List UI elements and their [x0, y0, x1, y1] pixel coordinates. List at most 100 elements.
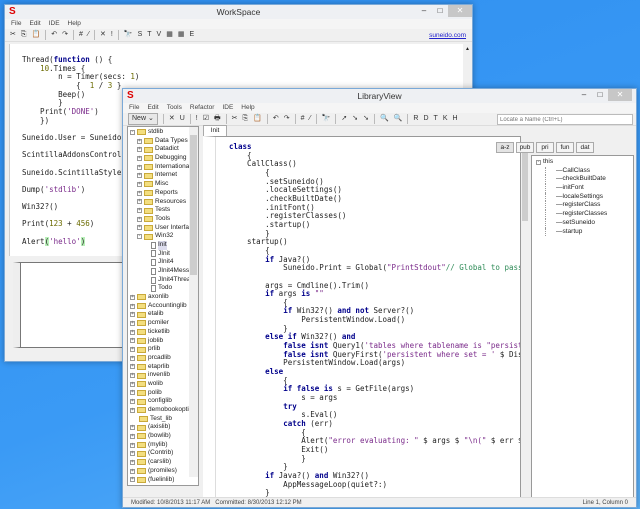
- expand-icon[interactable]: +: [130, 303, 135, 309]
- outline-tab-dat[interactable]: dat: [576, 142, 594, 153]
- toolbar-button-12[interactable]: 🔭: [322, 113, 331, 125]
- tree-item[interactable]: + invenlib: [130, 371, 198, 380]
- tree-item[interactable]: + etalib: [130, 310, 198, 319]
- tree-item[interactable]: + (promiles): [130, 467, 198, 476]
- toolbar-button-12[interactable]: V: [157, 29, 162, 41]
- tree-item[interactable]: + Tests: [130, 206, 198, 215]
- tree-item[interactable]: - Win32: [130, 232, 198, 241]
- tree-item[interactable]: JInit: [130, 250, 198, 259]
- expand-icon[interactable]: +: [137, 190, 142, 196]
- collapse-icon[interactable]: -: [137, 234, 142, 240]
- tree-item[interactable]: + (fuelinlib): [130, 476, 198, 485]
- new-button[interactable]: New ⌄: [128, 113, 158, 125]
- tree-item[interactable]: + Internet: [130, 171, 198, 180]
- outline-tab-a-z[interactable]: a-z: [496, 142, 514, 153]
- tree-item[interactable]: + ticketlib: [130, 328, 198, 337]
- toolbar-button-5[interactable]: ✂: [232, 113, 238, 125]
- menu-ide[interactable]: IDE: [49, 19, 60, 29]
- toolbar-button-19[interactable]: D: [423, 113, 428, 125]
- outline-item[interactable]: —localeSettings: [545, 192, 629, 202]
- tree-scrollbar[interactable]: [189, 127, 198, 477]
- toolbar-button-21[interactable]: K: [443, 113, 448, 125]
- menu-tools[interactable]: Tools: [167, 103, 182, 113]
- tree-item[interactable]: - stdlib: [130, 128, 198, 137]
- expand-icon[interactable]: +: [137, 181, 142, 187]
- menu-file[interactable]: File: [129, 103, 139, 113]
- expand-icon[interactable]: +: [137, 225, 142, 231]
- toolbar-button-3[interactable]: ☑: [203, 113, 209, 125]
- tree-item[interactable]: Todo: [130, 284, 198, 293]
- tree-item[interactable]: + Resources: [130, 198, 198, 207]
- expand-icon[interactable]: +: [130, 381, 135, 387]
- close-button[interactable]: ✕: [448, 5, 472, 17]
- expand-icon[interactable]: +: [137, 138, 142, 144]
- outline-item[interactable]: —registerClass: [545, 201, 629, 211]
- maximize-button[interactable]: □: [592, 89, 608, 101]
- outline-item[interactable]: —registerClasses: [545, 210, 629, 219]
- toolbar-button-9[interactable]: 🔭: [124, 29, 133, 41]
- collapse-icon[interactable]: -: [130, 129, 135, 135]
- toolbar-button-1[interactable]: U: [180, 113, 185, 125]
- expand-icon[interactable]: +: [137, 199, 142, 205]
- toolbar-button-3[interactable]: ↶: [51, 29, 57, 41]
- close-button[interactable]: ✕: [608, 89, 632, 101]
- tree-item[interactable]: + (Contrib): [130, 449, 198, 458]
- tree-item[interactable]: Init: [130, 240, 198, 250]
- tree-item[interactable]: + pcmiler: [130, 319, 198, 328]
- tree-item[interactable]: + (bowlib): [130, 432, 198, 441]
- expand-icon[interactable]: +: [130, 390, 135, 396]
- expand-icon[interactable]: +: [130, 477, 135, 483]
- expand-icon[interactable]: +: [137, 164, 142, 170]
- tree-item[interactable]: JInit4: [130, 258, 198, 267]
- tree-item[interactable]: + (mylib): [130, 441, 198, 450]
- expand-icon[interactable]: +: [130, 373, 135, 379]
- tree-item[interactable]: + Misc: [130, 180, 198, 189]
- expand-icon[interactable]: +: [130, 312, 135, 318]
- menu-help[interactable]: Help: [241, 103, 254, 113]
- toolbar-button-14[interactable]: ▦: [178, 29, 185, 41]
- toolbar-button-5[interactable]: #: [79, 29, 83, 41]
- tree-item[interactable]: JInit4Messag: [130, 267, 198, 276]
- toolbar-button-6[interactable]: ⎘: [242, 113, 248, 125]
- tree-item[interactable]: JInit4Thread: [130, 276, 198, 285]
- tree-item[interactable]: + (axislib): [130, 423, 198, 432]
- libraryview-titlebar[interactable]: S LibraryView – □ ✕: [123, 89, 636, 103]
- expand-icon[interactable]: +: [130, 320, 135, 326]
- expand-icon[interactable]: +: [137, 173, 142, 179]
- toolbar-button-8[interactable]: !: [111, 29, 113, 41]
- menu-edit[interactable]: Edit: [29, 19, 40, 29]
- toolbar-button-2[interactable]: !: [196, 113, 198, 125]
- tree-item[interactable]: + configlib: [130, 397, 198, 406]
- menu-file[interactable]: File: [11, 19, 21, 29]
- expand-icon[interactable]: +: [130, 347, 135, 353]
- expand-icon[interactable]: +: [137, 147, 142, 153]
- toolbar-button-20[interactable]: T: [434, 113, 438, 125]
- tree-item[interactable]: + axonlib: [130, 293, 198, 302]
- toolbar-button-13[interactable]: ➚: [341, 113, 347, 125]
- toolbar-button-1[interactable]: ⎘: [21, 29, 27, 41]
- editor-scrollbar[interactable]: [521, 137, 529, 497]
- toolbar-button-9[interactable]: ↷: [284, 113, 290, 125]
- expand-icon[interactable]: +: [130, 338, 135, 344]
- expand-icon[interactable]: +: [130, 425, 135, 431]
- tree-item[interactable]: + (carslib): [130, 458, 198, 467]
- tree-item[interactable]: + prlib: [130, 345, 198, 354]
- tree-item[interactable]: + Tools: [130, 215, 198, 224]
- outline-item[interactable]: —CallClass: [545, 166, 629, 176]
- expand-icon[interactable]: +: [130, 442, 135, 448]
- menu-edit[interactable]: Edit: [147, 103, 158, 113]
- toolbar-button-10[interactable]: #: [301, 113, 305, 125]
- toolbar-button-7[interactable]: 📋: [253, 113, 262, 125]
- toolbar-button-7[interactable]: ✕: [100, 29, 106, 41]
- toolbar-button-4[interactable]: 🖶: [214, 113, 221, 125]
- expand-icon[interactable]: +: [130, 451, 135, 457]
- toolbar-button-11[interactable]: T: [147, 29, 151, 41]
- outline-tab-pub[interactable]: pub: [516, 142, 534, 153]
- toolbar-button-18[interactable]: R: [413, 113, 418, 125]
- toolbar-button-10[interactable]: S: [138, 29, 143, 41]
- expand-icon[interactable]: +: [137, 155, 142, 161]
- outline-tree[interactable]: - this —CallClass —checkBuiltDate —initFont…: [531, 155, 634, 498]
- toolbar-button-14[interactable]: ➘: [352, 113, 358, 125]
- toolbar-button-2[interactable]: 📋: [31, 29, 40, 41]
- toolbar-button-15[interactable]: ➘: [363, 113, 369, 125]
